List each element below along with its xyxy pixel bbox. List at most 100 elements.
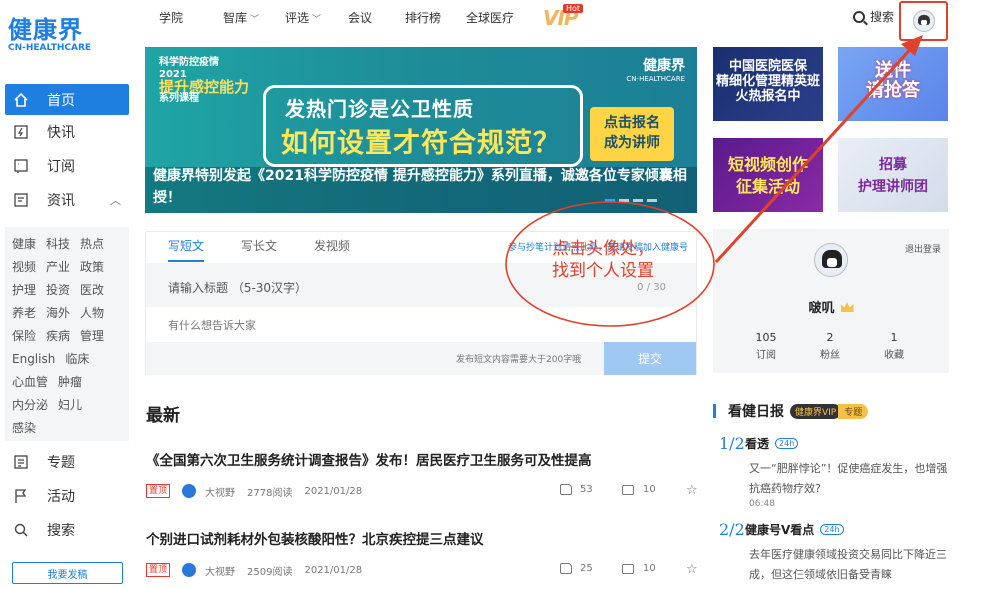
tag[interactable]: 疾病	[46, 327, 70, 344]
submit-button[interactable]: 提交	[604, 342, 696, 375]
tag[interactable]: 海外	[46, 304, 70, 321]
daily-item-time: 06:48	[749, 499, 775, 509]
tag[interactable]: 内分泌	[12, 396, 48, 413]
tag-row: 护理 投资 医改	[12, 278, 129, 301]
hero-banner[interactable]: 科学防控疫情 2021 提升感控能力 系列课程 健康界 CN-HEALTHCAR…	[145, 47, 697, 213]
daily-item-text[interactable]: 又一“肥胖悖论”！促使癌症发生，也增强抗癌药物疗效?	[749, 459, 951, 499]
comment-button[interactable]: 10	[622, 563, 656, 574]
nav-item-label: 资讯	[47, 193, 75, 209]
tag[interactable]: 妇儿	[58, 396, 82, 413]
stat-favorites[interactable]: 1 收藏	[862, 331, 926, 361]
top-nav-ranking[interactable]: 排行榜	[405, 9, 441, 26]
nav-item-topic[interactable]: 专题	[5, 445, 129, 479]
comment-count: 10	[643, 484, 656, 495]
flash-icon	[13, 124, 29, 140]
tag[interactable]: 热点	[80, 235, 104, 252]
tag[interactable]: 健康	[12, 235, 36, 252]
tag[interactable]: 心血管	[12, 373, 48, 390]
logout-link[interactable]: 退出登录	[905, 242, 941, 255]
article-reads: 2778阅读	[247, 487, 293, 499]
daily-item[interactable]: 2/2 健康号V看点 24h 去年医疗健康领域投资交易同比下降近三成，但这仨领域…	[719, 520, 951, 585]
avatar[interactable]	[814, 243, 848, 277]
star-icon[interactable]: ☆	[686, 483, 698, 498]
article-author[interactable]: 大视野	[205, 484, 235, 499]
author-avatar[interactable]	[182, 484, 197, 498]
tab-video[interactable]: 发视频	[314, 232, 350, 262]
section-accent-bar	[713, 404, 716, 418]
tag[interactable]: 护理	[12, 281, 36, 298]
promo-thumb-lecturer[interactable]: 招募 护理讲师团	[838, 138, 948, 212]
stat-subscriptions[interactable]: 105 订阅	[734, 331, 798, 361]
user-avatar-button[interactable]	[899, 1, 948, 41]
daily-item-text[interactable]: 去年医疗健康领域投资交易同比下降近三成，但这仨领域依旧备受青睐	[749, 545, 951, 585]
logo-text: 健康界	[8, 16, 83, 44]
star-icon[interactable]: ☆	[686, 562, 698, 577]
tag[interactable]: 养老	[12, 304, 36, 321]
nav-item-subscribe[interactable]: 订阅	[5, 149, 129, 183]
top-nav-meetings[interactable]: 会议	[348, 9, 372, 26]
comment-button[interactable]: 10	[622, 484, 656, 495]
editor-footer: 发布短文内容需要大于200字哦 提交	[146, 342, 696, 375]
publish-button[interactable]: 我要发稿	[12, 562, 123, 584]
nav-item-search[interactable]: 搜索	[5, 513, 129, 547]
article-author[interactable]: 大视野	[205, 563, 235, 578]
carousel-dot[interactable]	[605, 199, 615, 202]
tag[interactable]: 保险	[12, 327, 36, 344]
carousel-dot[interactable]	[619, 199, 629, 202]
top-nav-academy[interactable]: 学院	[159, 9, 183, 26]
tag[interactable]: 科技	[46, 235, 70, 252]
article-item[interactable]: 个别进口试剂耗材外包装核酸阳性？北京疾控提三点建议 置顶 大视野 2509阅读 …	[146, 528, 698, 578]
tag[interactable]: 临床	[65, 350, 89, 367]
carousel-dot[interactable]	[633, 199, 643, 202]
tag[interactable]: 感染	[12, 419, 36, 436]
title-char-count: 0 / 30	[637, 282, 666, 293]
carousel-dot[interactable]	[647, 199, 657, 202]
promo-thumb-video[interactable]: 短视频创作 征集活动	[713, 138, 823, 212]
nav-item-label: 快讯	[47, 125, 75, 141]
banner-brand-name: 健康界	[643, 58, 685, 74]
tag[interactable]: 肿瘤	[58, 373, 82, 390]
article-date: 2021/01/28	[304, 485, 363, 497]
tag[interactable]: 政策	[80, 258, 104, 275]
top-nav-thinktank[interactable]: 智库 ﹀	[223, 9, 259, 26]
banner-series-title: 提升感控能力	[159, 78, 250, 96]
tag[interactable]: 投资	[46, 281, 70, 298]
like-count: 25	[580, 563, 593, 574]
article-title[interactable]: 《全国第六次卫生服务统计调查报告》发布！居民医疗卫生服务可及性提高	[146, 449, 698, 469]
body-input[interactable]: 有什么想告诉大家	[168, 317, 256, 333]
tab-short-post[interactable]: 写短文	[168, 232, 205, 262]
like-button[interactable]: 53	[560, 484, 593, 495]
article-title[interactable]: 个别进口试剂耗材外包装核酸阳性？北京疾控提三点建议	[146, 528, 698, 548]
top-nav: 学院 智库 ﹀ 评选 ﹀ 会议 排行榜 全球医疗 VIP Hot 搜索	[145, 0, 1000, 32]
banner-signup-button[interactable]: 点击报名 成为讲师	[590, 107, 674, 161]
chevron-up-icon[interactable]: ︿	[110, 192, 121, 208]
tag[interactable]: English	[12, 352, 55, 366]
nav-item-home[interactable]: 首页	[5, 84, 129, 115]
top-nav-global[interactable]: 全球医疗	[466, 9, 514, 26]
profile-name[interactable]: 啵叽	[808, 301, 834, 316]
tag-row: 内分泌 妇儿	[12, 393, 129, 416]
nav-item-activity[interactable]: 活动	[5, 479, 129, 513]
top-search[interactable]: 搜索	[853, 8, 894, 25]
tag[interactable]: 人物	[80, 304, 104, 321]
stat-followers[interactable]: 2 粉丝	[798, 331, 862, 361]
tag-row: 心血管 肿瘤	[12, 370, 129, 393]
top-nav-awards[interactable]: 评选 ﹀	[285, 9, 321, 26]
tag[interactable]: 管理	[80, 327, 104, 344]
like-button[interactable]: 25	[560, 563, 593, 574]
tag[interactable]: 产业	[46, 258, 70, 275]
site-logo[interactable]: 健康界 CN-HEALTHCARE	[8, 10, 108, 53]
article-item[interactable]: 《全国第六次卫生服务统计调查报告》发布！居民医疗卫生服务可及性提高 置顶 大视野…	[146, 449, 698, 499]
author-avatar[interactable]	[182, 563, 197, 577]
topic-badge: 专题	[838, 403, 869, 419]
daily-item[interactable]: 1/2 看透 24h 又一“肥胖悖论”！促使癌症发生，也增强抗癌药物疗效? 06…	[719, 434, 951, 509]
tag[interactable]: 医改	[80, 281, 104, 298]
banner-brand-sub: CN-HEALTHCARE	[626, 75, 685, 83]
chevron-down-icon: ﹀	[250, 15, 260, 25]
promo-thumb-insurance[interactable]: 中国医院医保 精细化管理精英班 火热报名中	[713, 47, 823, 121]
tag[interactable]: 视频	[12, 258, 36, 275]
nav-item-news[interactable]: 资讯 ︿	[5, 183, 129, 217]
nav-item-flash[interactable]: 快讯	[5, 115, 129, 149]
promo-thumb-quiz[interactable]: 送件 请抢答	[838, 47, 948, 121]
tab-long-post[interactable]: 写长文	[241, 232, 277, 262]
